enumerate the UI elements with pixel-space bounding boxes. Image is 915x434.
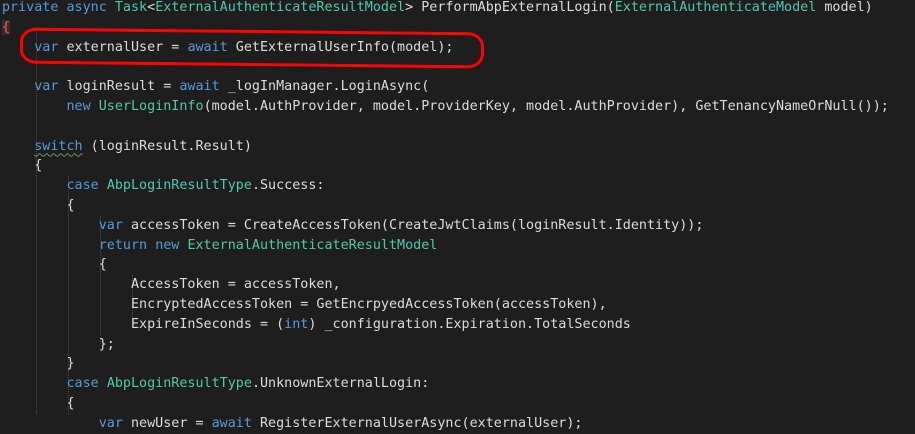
code-text: RegisterExternalUserAsync(externalUser);	[251, 415, 583, 431]
code-text: AccessToken = accessToken,	[2, 277, 341, 293]
keyword: await	[211, 415, 252, 431]
code-text: GetExternalUserInfo(model);	[227, 39, 454, 55]
code-text: }	[2, 356, 75, 372]
keyword: var	[34, 39, 59, 55]
code-text: _logInManager.LoginAsync(	[219, 79, 430, 95]
code-text: {	[2, 257, 107, 273]
type-name: ExternalAuthenticateResultModel	[187, 237, 438, 253]
code-line: AccessToken = accessToken,	[2, 275, 341, 295]
code-text: EncryptedAccessToken = GetEncrpyedAccess…	[2, 297, 607, 312]
keyword: return	[98, 237, 148, 253]
type-name: AbpLoginResultType	[106, 178, 252, 194]
code-text: model)	[816, 0, 873, 15]
code-line: case AbpLoginResultType.Success:	[2, 176, 325, 196]
type-name: ExternalAuthenticateModel	[614, 0, 817, 15]
code-line: ExpireInSeconds = (int) _configuration.E…	[2, 315, 631, 335]
code-line: {	[2, 394, 75, 414]
code-text: ExpireInSeconds = (	[2, 316, 285, 332]
code-text: {	[2, 396, 75, 411]
code-text: loginResult =	[58, 79, 180, 95]
code-line: case AbpLoginResultType.UnknownExternalL…	[2, 374, 430, 394]
code-text: .Success:	[251, 178, 325, 194]
code-line: {	[2, 255, 107, 275]
keyword: await	[187, 39, 228, 55]
code-text: (model.AuthProvider, model.ProviderKey, …	[203, 99, 889, 114]
keyword: async	[66, 0, 107, 15]
keyword: await	[179, 79, 220, 95]
code-text: (loginResult.Result)	[82, 138, 252, 154]
code-line: var externalUser = await GetExternalUser…	[2, 38, 453, 58]
code-line: {	[2, 156, 42, 176]
code-text: > PerformAbpExternalLogin(	[405, 0, 615, 15]
code-text: <	[147, 0, 156, 15]
keyword: new	[66, 99, 91, 114]
keyword: case	[66, 178, 99, 194]
code-text: {	[2, 198, 75, 213]
code-text: accessToken = CreateAccessToken(CreateJw…	[122, 217, 704, 233]
code-line: var loginResult = await _logInManager.Lo…	[2, 77, 429, 97]
code-line: return new ExternalAuthenticateResultMod…	[2, 236, 438, 256]
code-line: var newUser = await RegisterExternalUser…	[2, 414, 583, 434]
code-editor[interactable]: private async Task<ExternalAuthenticateR…	[0, 0, 915, 431]
code-line: switch (loginResult.Result)	[2, 137, 252, 157]
code-line: }	[2, 354, 75, 374]
code-text: };	[2, 336, 115, 352]
code-text: .UnknownExternalLogin:	[251, 376, 430, 392]
keyword: switch	[34, 138, 83, 154]
type-name: AbpLoginResultType	[106, 376, 252, 392]
keyword: new	[155, 237, 180, 253]
code-line: EncryptedAccessToken = GetEncrpyedAccess…	[2, 295, 607, 315]
code-text: ) _configuration.Expiration.TotalSeconds	[308, 316, 631, 332]
code-line: {	[2, 196, 75, 216]
keyword: private	[2, 0, 59, 15]
keyword: var	[34, 79, 59, 95]
keyword: var	[98, 217, 123, 233]
keyword: var	[98, 415, 123, 431]
code-line: private async Task<ExternalAuthenticateR…	[2, 0, 873, 18]
brace: {	[2, 19, 11, 35]
code-text: externalUser =	[58, 39, 188, 55]
type-name: ExternalAuthenticateResultModel	[155, 0, 406, 15]
keyword: case	[66, 376, 99, 392]
keyword: int	[284, 316, 309, 332]
type-name: Task	[114, 0, 148, 15]
code-line: {	[2, 18, 11, 38]
code-line: var accessToken = CreateAccessToken(Crea…	[2, 216, 704, 236]
code-line: };	[2, 335, 115, 355]
code-text: {	[2, 158, 43, 174]
code-line: new UserLoginInfo(model.AuthProvider, mo…	[2, 97, 889, 117]
code-text: newUser =	[122, 415, 212, 431]
type-name: UserLoginInfo	[98, 99, 204, 114]
